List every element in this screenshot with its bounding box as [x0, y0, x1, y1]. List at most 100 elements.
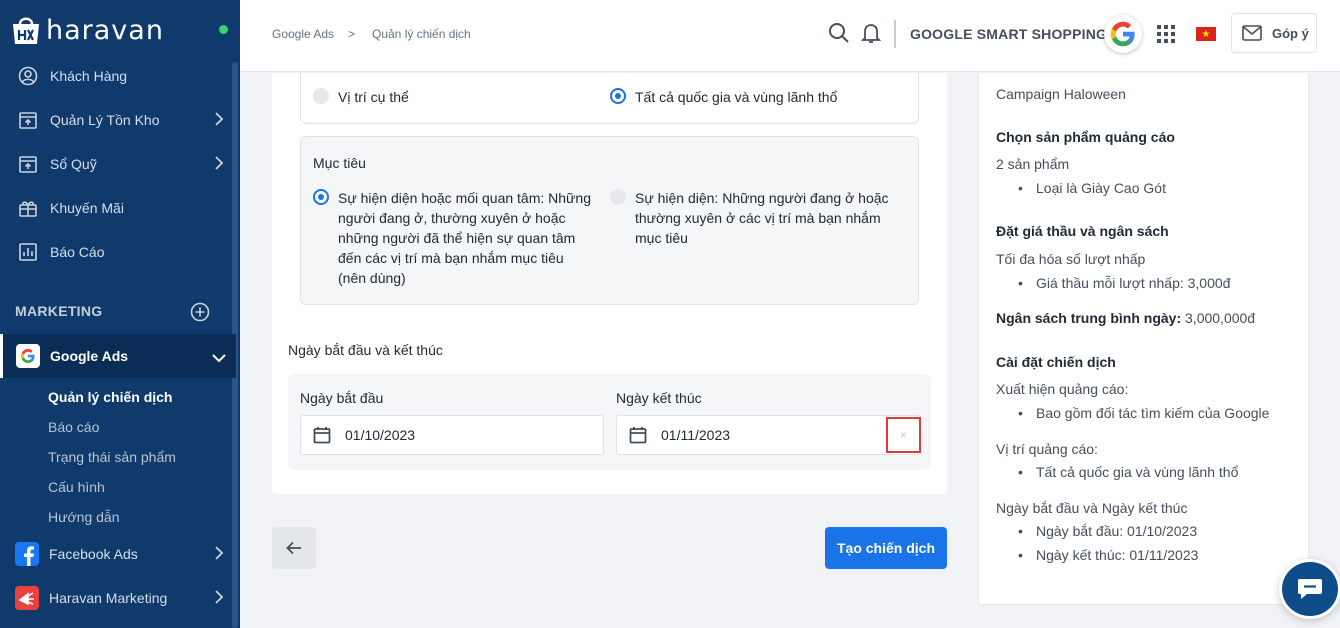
sidebar-item-google-ads[interactable]: Google Ads [0, 334, 236, 378]
summary-location-bullet: Tất cả quốc gia và vùng lãnh thổ [1018, 464, 1238, 480]
sidebar-item-label: Quản Lý Tồn Kho [50, 112, 160, 128]
sidebar-item-label: Sổ Quỹ [50, 156, 97, 172]
bullet-text: Ngày kết thúc: 01/11/2023 [1036, 547, 1199, 563]
summary-bid-strategy: Tối đa hóa số lượt nhấp [996, 251, 1146, 267]
end-date-input[interactable]: 01/11/2023 [616, 415, 921, 455]
summary-bid-title: Đặt giá thầu và ngân sách [996, 223, 1169, 239]
inventory-icon [18, 110, 38, 130]
sub-item-product-status[interactable]: Trạng thái sản phẩm [48, 449, 176, 465]
calendar-icon [629, 427, 647, 444]
start-date-label: Ngày bắt đầu [300, 390, 384, 406]
google-account-icon[interactable] [1104, 15, 1142, 53]
brand-name: haravan [46, 14, 164, 46]
sub-item-reports[interactable]: Báo cáo [48, 419, 99, 435]
sidebar-item-label: Khách Hàng [50, 68, 128, 84]
flag-star: ★ [1201, 28, 1211, 40]
radio-presence-or-interest[interactable] [313, 189, 329, 205]
calendar-icon [313, 427, 331, 444]
online-status-dot [219, 25, 228, 34]
start-date-value: 01/10/2023 [345, 427, 416, 443]
radio-all-countries[interactable] [610, 88, 626, 104]
breadcrumb-google-ads[interactable]: Google Ads [272, 27, 334, 41]
sidebar-item-inventory[interactable]: Quản Lý Tồn Kho [0, 98, 236, 142]
haravan-logo[interactable]: haravan [10, 10, 164, 50]
summary-settings-title: Cài đặt chiến dịch [996, 354, 1116, 370]
apps-grid-icon[interactable] [1157, 25, 1175, 48]
arrow-left-icon [286, 541, 301, 555]
header-divider [894, 20, 896, 48]
bullet-text: Bao gồm đối tác tìm kiếm của Google [1036, 405, 1270, 421]
clear-end-date-button[interactable]: × [886, 417, 921, 453]
facebook-icon [15, 542, 39, 566]
sidebar-item-label: Haravan Marketing [49, 590, 168, 606]
sidebar-item-label: Báo Cáo [50, 244, 105, 260]
haravan-marketing-icon [15, 586, 39, 610]
chevron-right-icon [214, 590, 224, 607]
vietnam-flag-icon[interactable]: ★ [1196, 27, 1216, 41]
summary-budget-value: 3,000,000đ [1185, 310, 1256, 326]
bell-icon[interactable] [860, 22, 882, 49]
summary-dates-label: Ngày bắt đầu và Ngày kết thúc [996, 500, 1188, 516]
create-campaign-button[interactable]: Tạo chiến dịch [825, 527, 947, 569]
chat-support-button[interactable] [1279, 559, 1340, 619]
summary-end-bullet: Ngày kết thúc: 01/11/2023 [1018, 547, 1199, 563]
report-icon [18, 242, 38, 262]
sidebar-item-haravan-marketing[interactable]: Haravan Marketing [0, 576, 236, 620]
summary-budget: Ngân sách trung bình ngày: 3,000,000đ [996, 310, 1255, 326]
goal-line: những người đã thể hiện sự quan tâm [338, 230, 576, 246]
radio-label-specific-location: Vị trí cụ thể [338, 89, 409, 105]
chevron-right-icon [214, 546, 224, 563]
feedback-button[interactable]: Góp ý [1231, 13, 1317, 53]
section-title-marketing: MARKETING [15, 303, 103, 319]
sub-item-guide[interactable]: Hướng dẫn [48, 509, 119, 525]
start-date-input[interactable]: 01/10/2023 [300, 415, 604, 455]
summary-start-bullet: Ngày bắt đầu: 01/10/2023 [1018, 523, 1198, 539]
goal-line: Sự hiện diện hoặc mối quan tâm: Những [338, 190, 592, 206]
sidebar-item-facebook-ads[interactable]: Facebook Ads [0, 532, 236, 576]
goal-line: mục tiêu [635, 230, 688, 246]
mail-icon [1242, 25, 1262, 41]
goal-line: đến các vị trí mà bạn nhắm mục tiêu [338, 250, 564, 266]
breadcrumb-campaign-management[interactable]: Quản lý chiến dịch [372, 27, 471, 41]
goal-title: Mục tiêu [313, 155, 366, 171]
top-header: Google Ads > Quản lý chiến dịch GOOGLE S… [240, 0, 1340, 72]
summary-appear-bullet: Bao gồm đối tác tìm kiếm của Google [1018, 405, 1270, 421]
chat-bubble-icon [1298, 579, 1322, 599]
sidebar: haravan Khách Hàng Quản Lý Tồn Kho Sổ Qu… [0, 0, 240, 628]
radio-presence[interactable] [610, 189, 626, 205]
sidebar-item-promotions[interactable]: Khuyến Mãi [0, 186, 236, 230]
summary-bid-bullet: Giá thầu mỗi lượt nhấp: 3,000đ [1018, 275, 1230, 291]
goal-line: (nên dùng) [338, 270, 406, 286]
sub-item-campaign-management[interactable]: Quản lý chiến dịch [48, 389, 172, 405]
goal-line: Sự hiện diện: Những người đang ở hoặc [635, 190, 889, 206]
back-button[interactable] [272, 527, 316, 569]
dates-section-title: Ngày bắt đầu và kết thúc [288, 342, 443, 358]
summary-location-label: Vị trí quảng cáo: [996, 441, 1098, 457]
goal-option-presence: Sự hiện diện: Những người đang ở hoặc th… [635, 188, 889, 248]
google-icon [16, 344, 40, 368]
bullet-text: Ngày bắt đầu: 01/10/2023 [1036, 523, 1198, 539]
end-date-value: 01/11/2023 [661, 427, 731, 443]
radio-specific-location[interactable] [313, 88, 329, 104]
sidebar-item-customers[interactable]: Khách Hàng [0, 54, 236, 98]
shop-name: GOOGLE SMART SHOPPING [910, 26, 1108, 42]
sub-item-config[interactable]: Cấu hình [48, 479, 105, 495]
sidebar-item-cashbook[interactable]: Sổ Quỹ [0, 142, 236, 186]
add-channel-icon[interactable] [190, 302, 210, 327]
feedback-label: Góp ý [1272, 25, 1309, 41]
summary-budget-label: Ngân sách trung bình ngày: [996, 310, 1182, 326]
chevron-right-icon [214, 156, 224, 173]
summary-products-title: Chọn sản phẩm quảng cáo [996, 129, 1175, 145]
goal-line: người đang ở, thường xuyên ở hoặc [338, 210, 566, 226]
breadcrumb-separator: > [348, 27, 356, 41]
sidebar-item-label: Facebook Ads [49, 546, 138, 562]
summary-appear-label: Xuất hiện quảng cáo: [996, 381, 1129, 397]
end-date-label: Ngày kết thúc [616, 390, 702, 406]
search-icon[interactable] [828, 22, 850, 49]
chevron-down-icon [212, 350, 226, 368]
chevron-right-icon [214, 112, 224, 129]
haravan-bag-icon [10, 14, 42, 46]
sidebar-item-label: Google Ads [50, 348, 129, 364]
sidebar-item-reports[interactable]: Báo Cáo [0, 230, 236, 274]
goal-option-presence-or-interest: Sự hiện diện hoặc mối quan tâm: Những ng… [338, 188, 591, 288]
